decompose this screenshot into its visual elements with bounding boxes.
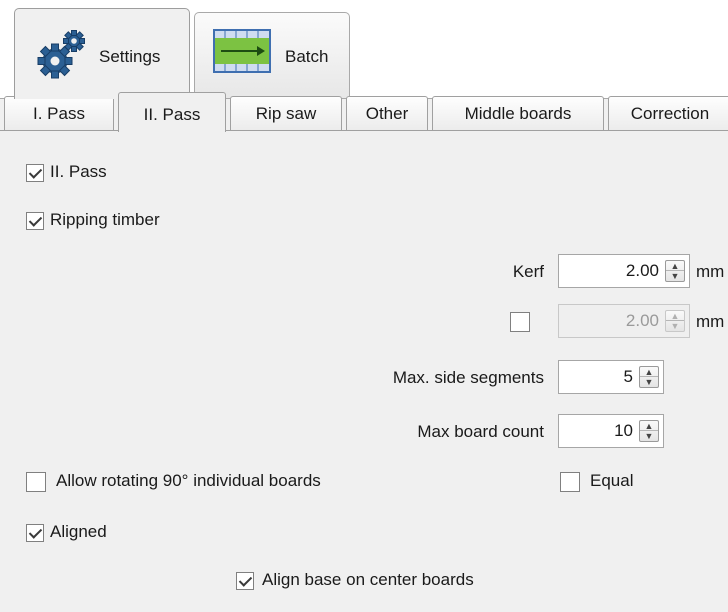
tab-correction[interactable]: Correction [608,96,728,130]
align-base-label: Align base on center boards [262,570,474,589]
kerf2-input[interactable]: 2.00 ▲ ▼ [558,304,690,338]
tab-content-area [0,98,728,612]
tab-settings[interactable]: Settings [14,8,190,99]
aligned-label: Aligned [50,522,107,541]
equal-label: Equal [590,471,634,490]
kerf-label: Kerf [512,262,544,281]
chevron-down-icon[interactable]: ▼ [640,376,658,387]
second-pass-label: II. Pass [50,162,107,181]
max-side-segments-spinner[interactable]: ▲ ▼ [639,366,659,388]
kerf2-unit: mm [696,312,725,331]
tab-middle-boards[interactable]: Middle boards [432,96,604,130]
max-board-count-spinner[interactable]: ▲ ▼ [639,420,659,442]
max-side-segments-value: 5 [623,367,633,386]
chevron-down-icon[interactable]: ▼ [666,270,684,281]
tab-batch-label: Batch [285,47,329,66]
chevron-down-icon[interactable]: ▼ [666,320,684,331]
allow-rotating-checkbox[interactable] [26,472,46,492]
settings-panel: Settings Batch I. Pass II. Pass Rip saw … [0,0,728,612]
kerf-spinner[interactable]: ▲ ▼ [665,260,685,282]
max-side-segments-label: Max. side segments [392,368,544,387]
equal-checkbox[interactable] [560,472,580,492]
gear-icon [37,30,85,79]
batch-icon [213,29,271,73]
max-board-count-value: 10 [614,421,633,440]
kerf-input[interactable]: 2.00 ▲ ▼ [558,254,690,288]
align-base-checkbox[interactable] [236,572,254,590]
tab-batch[interactable]: Batch [194,12,350,98]
kerf-unit: mm [696,262,725,281]
second-pass-checkbox[interactable] [26,164,44,182]
tab-first-pass[interactable]: I. Pass [4,96,114,130]
allow-rotating-label: Allow rotating 90° individual boards [56,471,321,490]
max-board-count-input[interactable]: 10 ▲ ▼ [558,414,664,448]
tab-rip-saw[interactable]: Rip saw [230,96,342,130]
max-side-segments-input[interactable]: 5 ▲ ▼ [558,360,664,394]
aligned-checkbox[interactable] [26,524,44,542]
subtab-divider [0,130,728,131]
kerf2-spinner[interactable]: ▲ ▼ [665,310,685,332]
kerf2-checkbox[interactable] [510,312,530,332]
kerf-value: 2.00 [625,261,659,280]
tab-other[interactable]: Other [346,96,428,130]
chevron-down-icon[interactable]: ▼ [640,430,658,441]
kerf2-value: 2.00 [625,311,659,330]
tab-second-pass[interactable]: II. Pass [118,92,226,132]
ripping-timber-label: Ripping timber [50,210,160,229]
ripping-timber-checkbox[interactable] [26,212,44,230]
max-board-count-label: Max board count [417,422,544,441]
tab-settings-label: Settings [99,47,161,66]
